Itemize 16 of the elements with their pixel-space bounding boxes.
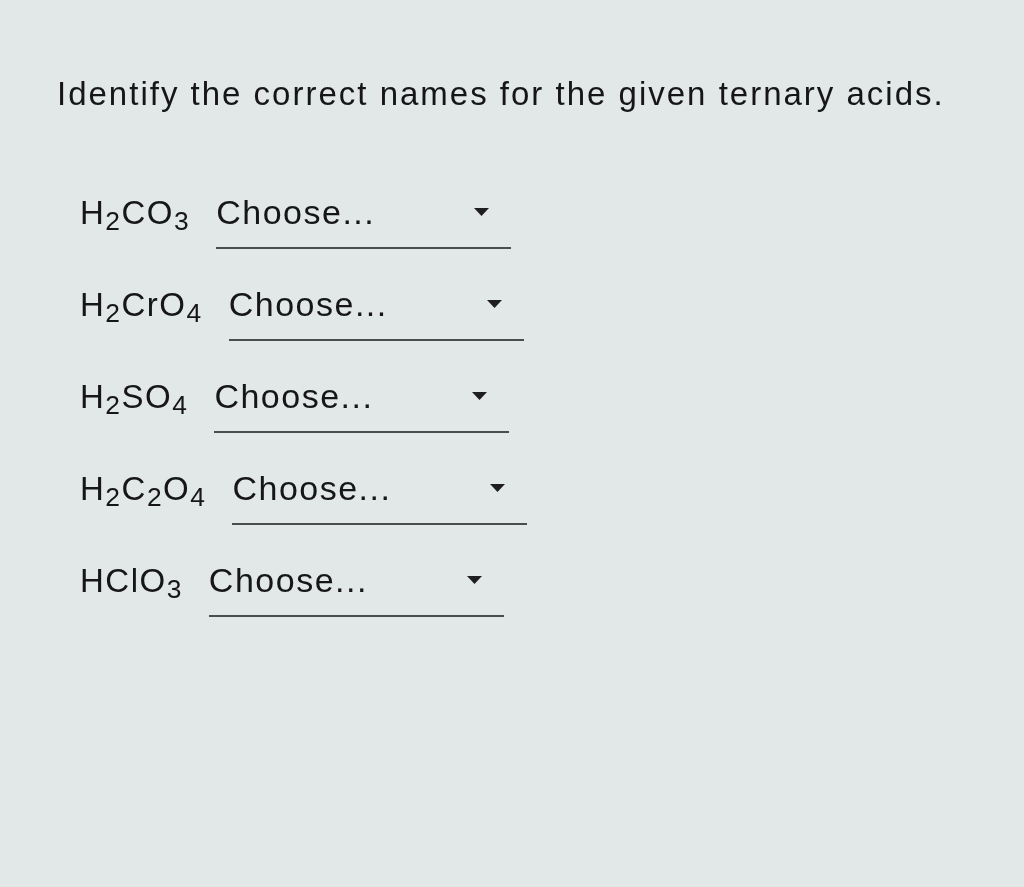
caret-icon xyxy=(474,208,490,216)
formula-label: H$_{2}$CrO$_{4}$ xyxy=(80,285,203,325)
choose-dropdown[interactable]: Choose... xyxy=(208,560,504,617)
choose-dropdown[interactable]: Choose... xyxy=(232,468,528,525)
caret-icon xyxy=(490,484,506,492)
caret-icon xyxy=(466,576,482,584)
choose-dropdown[interactable]: Choose... xyxy=(214,376,510,433)
caret-icon xyxy=(486,300,502,308)
formula-label: H$_{2}$CO$_{3}$ xyxy=(80,193,191,233)
choose-dropdown[interactable]: Choose... xyxy=(216,192,512,249)
question-text: Identify the correct names for the given ternary acids. xyxy=(57,74,945,114)
formula-label: HClO$_{3}$ xyxy=(80,561,183,601)
caret-icon xyxy=(472,392,488,400)
choose-dropdown[interactable]: Choose... xyxy=(228,284,524,341)
formula-label: H$_{2}$SO$_{4}$ xyxy=(80,377,189,417)
formula-label: H$_{2}$C$_{2}$O$_{4}$ xyxy=(80,469,207,509)
